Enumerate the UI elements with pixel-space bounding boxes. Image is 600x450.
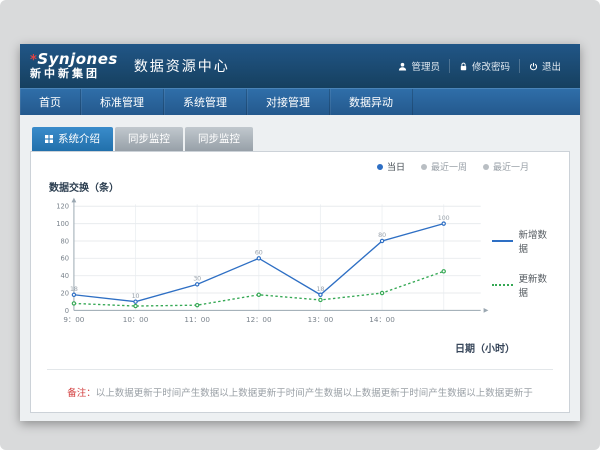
svg-text:12：00: 12：00 (246, 315, 272, 324)
svg-text:14：00: 14：00 (369, 315, 395, 324)
top-header: *Synjones 新中新集团 数据资源中心 管理员 修改密码 退出 (20, 44, 580, 88)
nav-item-system-mgmt[interactable]: 系统管理 (164, 89, 247, 115)
filter-today[interactable]: 当日 (377, 160, 405, 173)
grid-icon (45, 135, 53, 143)
nav-item-interface-mgmt[interactable]: 对接管理 (247, 89, 330, 115)
logo-text-en: *Synjones (30, 52, 118, 68)
user-actions: 管理员 修改密码 退出 (389, 56, 570, 76)
content-area: 系统介绍 同步监控 同步监控 当日 最近一周 最近一月 数据交换（条） 0 20 4… (20, 115, 580, 413)
svg-text:80: 80 (378, 232, 386, 239)
tab-sync-monitor-1[interactable]: 同步监控 (115, 127, 183, 151)
svg-text:80: 80 (61, 237, 70, 245)
power-icon (529, 62, 538, 71)
svg-text:13：00: 13：00 (308, 315, 334, 324)
line-chart: 0 20 40 60 80 100 120 9：00 10：00 11：00 12：00 13：00 1… (45, 194, 490, 340)
svg-text:11：00: 11：00 (184, 315, 210, 324)
tab-bar: 系统介绍 同步监控 同步监控 (32, 127, 570, 151)
svg-text:18: 18 (316, 286, 324, 293)
svg-text:20: 20 (61, 289, 70, 297)
svg-text:100: 100 (56, 220, 69, 228)
chart-panel: 当日 最近一周 最近一月 数据交换（条） 0 20 40 60 80 100 120 9：00… (30, 151, 570, 413)
svg-text:40: 40 (61, 272, 70, 280)
dot-icon (421, 164, 427, 170)
x-axis-title: 日期（小时） (45, 340, 555, 355)
nav-item-home[interactable]: 首页 (20, 89, 81, 115)
admin-user-button[interactable]: 管理员 (389, 59, 449, 73)
svg-text:60: 60 (255, 249, 263, 256)
svg-text:60: 60 (61, 255, 70, 263)
dot-icon (377, 164, 383, 170)
line-sample-icon (492, 284, 513, 286)
svg-text:9：00: 9：00 (63, 315, 84, 324)
filter-last-week[interactable]: 最近一周 (421, 160, 467, 173)
footnote: 备注：以上数据更新于时间产生数据以上数据更新于时间产生数据以上数据更新于时间产生… (45, 385, 555, 399)
tab-sync-monitor-2[interactable]: 同步监控 (185, 127, 253, 151)
logo-text-cn: 新中新集团 (30, 68, 118, 80)
y-axis-title: 数据交换（条） (49, 179, 555, 194)
svg-text:120: 120 (56, 203, 69, 211)
divider (47, 369, 553, 370)
line-sample-icon (492, 240, 513, 242)
legend-updated-data[interactable]: 更新数据 (492, 271, 555, 299)
app-window: *Synjones 新中新集团 数据资源中心 管理员 修改密码 退出 (20, 44, 580, 421)
nav-item-data-change[interactable]: 数据异动 (330, 89, 413, 115)
dot-icon (483, 164, 489, 170)
chart-row: 0 20 40 60 80 100 120 9：00 10：00 11：00 12：00 13：00 1… (45, 194, 555, 340)
lock-icon (459, 62, 468, 71)
svg-text:0: 0 (65, 307, 69, 315)
svg-text:18: 18 (70, 286, 78, 293)
filter-last-month[interactable]: 最近一月 (483, 160, 529, 173)
footnote-label: 备注： (67, 388, 96, 399)
page-title: 数据资源中心 (134, 56, 230, 76)
footnote-text: 以上数据更新于时间产生数据以上数据更新于时间产生数据以上数据更新于时间产生数据以… (96, 388, 533, 399)
svg-text:30: 30 (193, 275, 201, 282)
svg-text:10: 10 (132, 293, 140, 300)
range-filter-legend: 当日 最近一周 最近一月 (45, 160, 555, 173)
person-icon (398, 62, 407, 71)
tab-system-intro[interactable]: 系统介绍 (32, 127, 113, 151)
main-nav: 首页 标准管理 系统管理 对接管理 数据异动 (20, 88, 580, 115)
legend-new-data[interactable]: 新增数据 (492, 227, 555, 255)
nav-item-standard-mgmt[interactable]: 标准管理 (81, 89, 164, 115)
desktop-background: *Synjones 新中新集团 数据资源中心 管理员 修改密码 退出 (0, 0, 600, 450)
svg-text:10：00: 10：00 (123, 315, 149, 324)
logout-button[interactable]: 退出 (519, 59, 570, 73)
svg-text:100: 100 (438, 215, 450, 222)
change-password-button[interactable]: 修改密码 (449, 59, 519, 73)
brand-logo: *Synjones 新中新集团 (30, 52, 118, 79)
series-legend: 新增数据 更新数据 (492, 227, 555, 299)
